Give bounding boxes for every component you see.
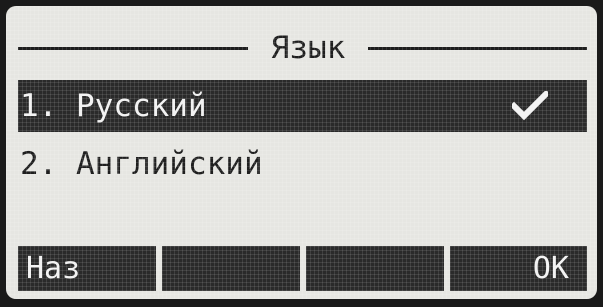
title-divider-left [18, 47, 248, 50]
title-divider-right [368, 47, 587, 50]
menu-item-russian[interactable]: 1. Русский [18, 80, 587, 132]
softkey-3[interactable] [306, 246, 444, 291]
softkey-ok[interactable]: OK [450, 246, 587, 291]
page-title: Язык [270, 30, 346, 66]
title-bar: Язык [6, 26, 597, 70]
softkey-2[interactable] [162, 246, 300, 291]
menu-item-english[interactable]: 2. Английский [18, 138, 587, 190]
softkey-ok-label: OK [532, 251, 569, 286]
softkey-back-label: Наз [26, 251, 81, 286]
check-icon [512, 91, 548, 121]
lcd-screen: Язык 1. Русский 2. Английский Наз OK [6, 6, 597, 299]
menu-item-label: 2. Английский [20, 146, 263, 182]
softkey-back[interactable]: Наз [18, 246, 156, 291]
menu-item-label: 1. Русский [20, 88, 207, 124]
softkey-bar: Наз OK [18, 246, 587, 291]
